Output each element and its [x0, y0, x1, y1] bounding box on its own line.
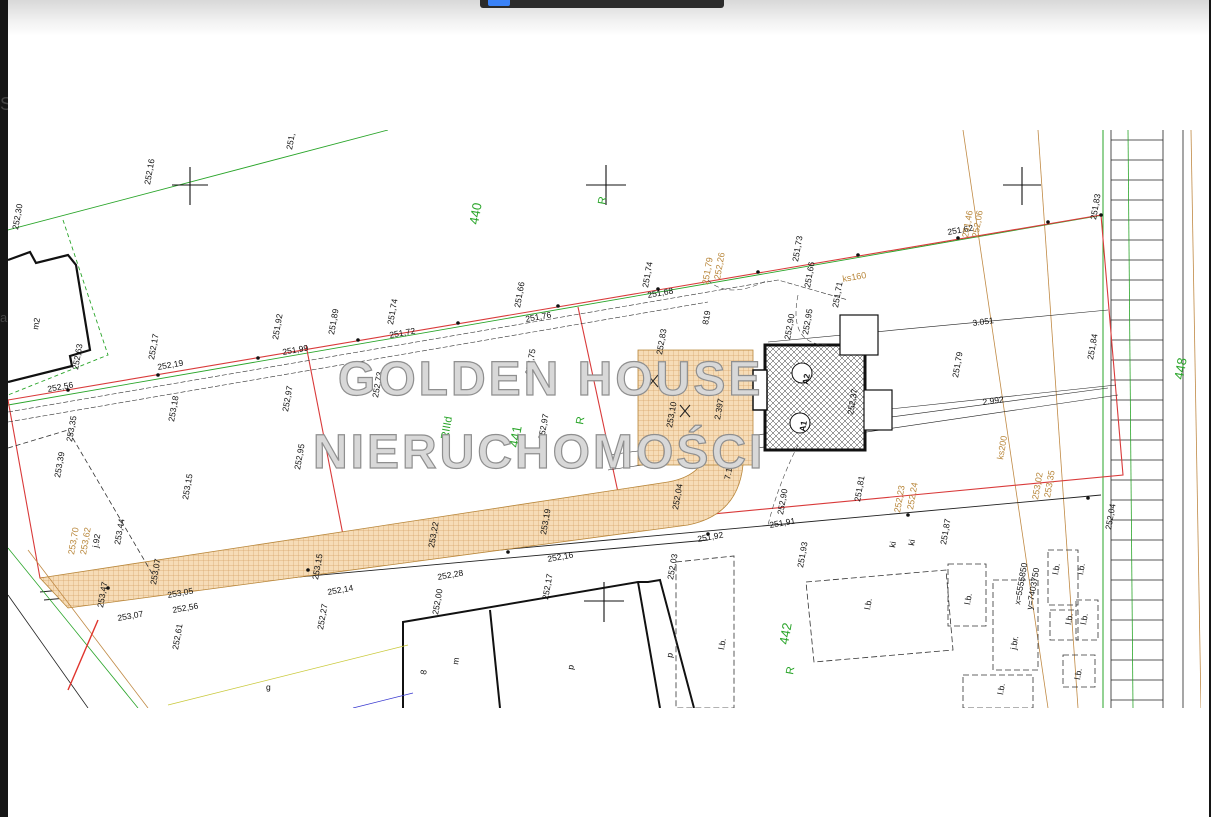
building-label-lb-3: l.b.	[716, 637, 728, 650]
edge-text-fragment: S	[0, 94, 8, 114]
watermark-line-1: GOLDEN HOUSE	[338, 353, 763, 406]
map-label-g: g	[266, 682, 271, 692]
building-label-a1: A1	[797, 420, 809, 433]
building-label-lb-8: l.b.	[1078, 612, 1090, 625]
building-label-lb-2: l.b.	[962, 592, 974, 605]
building-label-lb-6: l.b.	[1063, 612, 1075, 625]
building-label-lb-1: l.b.	[862, 597, 874, 610]
site-plan-map[interactable]: 440 441 442 448 R R R RIIId m2 A2 A1 l.b…	[8, 130, 1201, 708]
viewer-left-frame	[0, 0, 8, 817]
building-label-lb-9: l.b.	[1072, 667, 1084, 680]
viewer-toolbar[interactable]	[480, 0, 724, 8]
building-label-lb-4: l.b.	[995, 682, 1007, 695]
building-label-m2: m2	[30, 317, 42, 331]
building-label-lb-5: l.b.	[1050, 562, 1062, 575]
viewer-toolbar-button[interactable]	[488, 0, 510, 6]
watermark-line-2: NIERUCHOMOŚCI	[313, 424, 765, 479]
edge-text-fragment-2: a	[0, 310, 8, 325]
building-label-lb-7: l.b.	[1075, 562, 1087, 575]
building-label-a2: A2	[800, 373, 812, 386]
